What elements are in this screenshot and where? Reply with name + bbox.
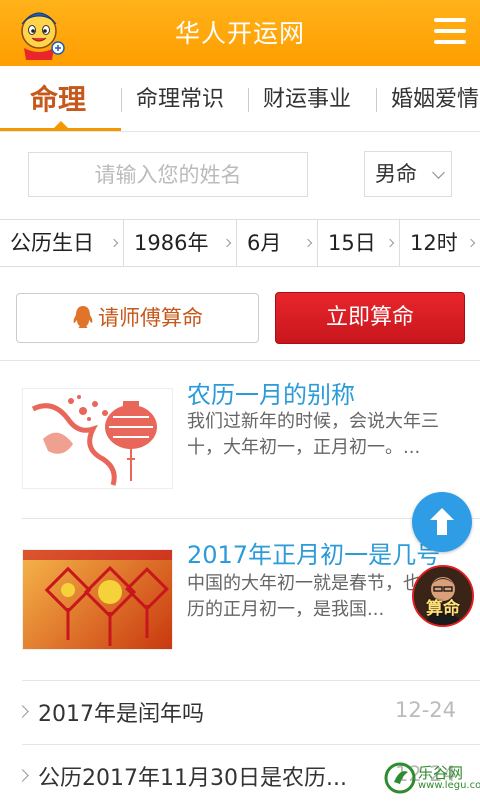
active-tab-caret-icon [53,121,69,129]
hamburger-menu-icon[interactable] [434,18,466,46]
arrow-up-icon [430,508,454,535]
article-item[interactable]: 2017年正月初一是几号 中国的大年初一就是春节，也是农历的正月初一，是我国..… [0,519,480,679]
chevron-right-icon [16,769,29,782]
day-value: 15日 [328,231,376,255]
list-item-title[interactable]: 公历2017年11月30日是农历... [38,760,347,792]
calculate-now-button[interactable]: 立即算命 [275,292,465,344]
tab-caiyun-shiye[interactable]: 财运事业 [263,66,351,131]
calendar-type-value: 公历生日 [10,231,94,255]
chevron-right-icon [222,238,232,248]
hour-select[interactable]: 12时 [400,220,480,266]
article-divider [22,680,480,681]
list-item[interactable]: 2017年是闰年吗 12-24 [0,682,480,742]
chevron-right-icon [109,238,119,248]
month-value: 6月 [247,231,282,255]
legu-logo-icon [384,762,416,794]
tab-divider [376,88,377,112]
paper-cut-lantern-image [22,388,173,489]
list-item-date: 12-24 [394,698,456,722]
app-header: 华人开运网 [0,0,480,66]
year-value: 1986年 [134,231,209,255]
category-tabs: 命理 命理常识 财运事业 婚姻爱情 [0,66,480,132]
ask-master-button[interactable]: 请师傅算命 [16,293,259,343]
article-title[interactable]: 2017年正月初一是几号 [187,535,440,570]
avatar-label: 算命 [426,599,460,619]
name-input[interactable] [28,152,308,197]
fortune-master-avatar-button[interactable]: 算命 [412,565,474,627]
gender-value: 男命 [375,162,417,186]
chinese-knot-image [22,549,173,650]
ask-master-label: 请师傅算命 [98,306,203,330]
watermark-url: www.legu.com [418,780,480,791]
tab-hunyin-aiqing[interactable]: 婚姻爱情 [391,66,479,131]
gender-select[interactable]: 男命 [364,151,452,197]
chevron-right-icon [385,238,395,248]
article-title[interactable]: 农历一月的别称 [187,375,355,410]
tab-divider [121,88,122,112]
article-item[interactable]: 农历一月的别称 我们过新年的时候，会说大年三十，大年初一，正月初一。... [0,361,480,518]
scroll-to-top-button[interactable] [412,492,472,552]
article-summary: 我们过新年的时候，会说大年三十，大年初一，正月初一。... [187,411,439,458]
month-select[interactable]: 6月 [237,220,318,266]
chevron-right-icon [303,238,313,248]
list-divider [22,744,480,745]
list-item-title[interactable]: 2017年是闰年吗 [38,696,204,728]
qq-penguin-icon [73,306,93,328]
chevron-right-icon [16,705,29,718]
tab-divider [248,88,249,112]
calendar-type-select[interactable]: 公历生日 [0,220,124,266]
day-select[interactable]: 15日 [318,220,400,266]
tab-mingli-changshi[interactable]: 命理常识 [136,66,224,131]
year-select[interactable]: 1986年 [124,220,237,266]
hour-value: 12时 [410,231,458,255]
birth-date-row: 公历生日 1986年 6月 15日 12时 [0,219,480,267]
chevron-right-icon [466,238,476,248]
watermark: 乐谷网 www.legu.com [384,758,480,798]
site-title: 华人开运网 [174,19,305,48]
chevron-down-icon [432,166,445,179]
